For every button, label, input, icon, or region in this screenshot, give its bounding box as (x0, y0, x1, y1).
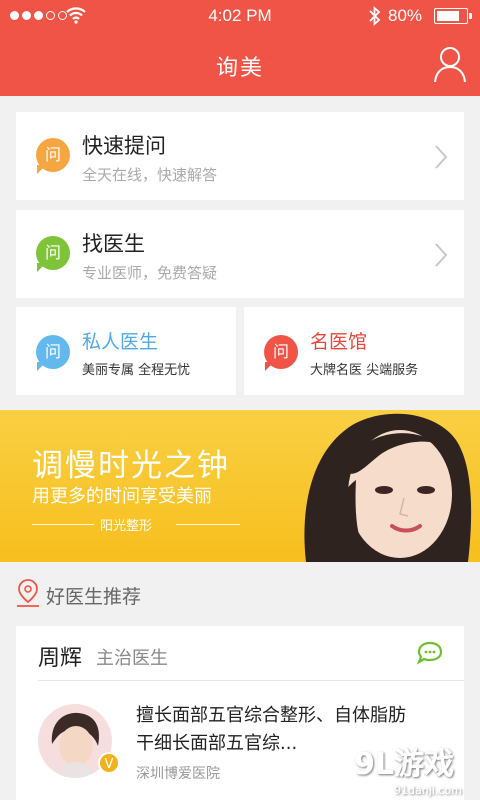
famous-clinic-title: 名医馆 (310, 331, 368, 353)
doctor-name: 周辉 (38, 646, 83, 671)
divider (32, 524, 94, 525)
quick-ask-title: 快速提问 (82, 134, 166, 158)
ask-icon: 问 (264, 335, 298, 371)
banner-headline: 调慢时光之钟 (32, 448, 230, 484)
find-doctor-item[interactable]: 问 找医生 专业医师，免费答疑 (16, 210, 464, 298)
battery-percent: 80% (388, 6, 423, 25)
divider (38, 680, 464, 681)
battery-icon (434, 8, 472, 24)
bluetooth-icon (369, 6, 381, 26)
famous-clinic-subtitle: 大牌名医 尖端服务 (310, 363, 419, 378)
section-title: 好医生推荐 (46, 586, 142, 608)
chevron-right-icon (435, 243, 448, 267)
watermark-logo: 9L游戏 91danji.com (354, 747, 462, 797)
chevron-right-icon (435, 145, 448, 169)
famous-clinic-item[interactable]: 问 名医馆 大牌名医 尖端服务 (244, 307, 464, 395)
promo-banner[interactable]: 调慢时光之钟 用更多的时间享受美丽 阳光整形 (0, 410, 480, 562)
watermark-brand: 9L游戏 (354, 747, 454, 782)
quick-ask-item[interactable]: 问 快速提问 全天在线，快速解答 (16, 112, 464, 200)
divider (176, 524, 240, 525)
banner-subline: 用更多的时间享受美丽 (32, 486, 212, 507)
watermark-url: 91danji.com (394, 784, 462, 797)
quick-ask-subtitle: 全天在线，快速解答 (82, 166, 218, 184)
ask-icon: 问 (36, 335, 70, 371)
doctor-role: 主治医生 (96, 648, 168, 669)
user-icon[interactable] (432, 44, 468, 84)
banner-tag: 阳光整形 (100, 519, 153, 534)
private-doctor-item[interactable]: 问 私人医生 美丽专属 全程无忧 (16, 307, 236, 395)
find-doctor-subtitle: 专业医师，免费答疑 (82, 264, 218, 282)
find-doctor-title: 找医生 (82, 232, 145, 256)
private-doctor-title: 私人医生 (82, 331, 159, 353)
battery-fill (437, 11, 460, 21)
app-header: 4:02 PM 80% 询美 (0, 0, 480, 96)
verified-badge: V (98, 752, 120, 774)
page-title: 询美 (215, 56, 264, 81)
chat-icon[interactable] (416, 640, 444, 666)
doctor-hospital: 深圳博爱医院 (136, 766, 220, 782)
model-portrait-image (304, 413, 472, 562)
ask-icon: 问 (36, 236, 70, 272)
private-doctor-subtitle: 美丽专属 全程无忧 (82, 363, 191, 378)
status-bar: 4:02 PM 80% (0, 0, 480, 32)
location-pin-icon (17, 579, 39, 607)
ask-icon: 问 (36, 138, 70, 174)
